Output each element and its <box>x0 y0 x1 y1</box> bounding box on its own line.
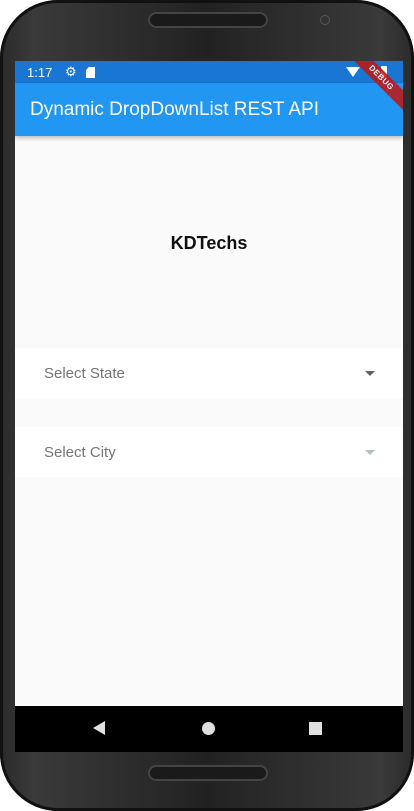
state-dropdown-hint: Select State <box>44 365 125 382</box>
app-title: Dynamic DropDownList REST API <box>30 99 319 120</box>
sd-card-icon <box>86 67 95 78</box>
app-bar: Dynamic DropDownList REST API <box>15 83 403 136</box>
top-speaker <box>148 12 268 28</box>
chevron-down-icon <box>365 450 375 455</box>
page-heading: KDTechs <box>170 233 248 253</box>
app-screen: 1:17 ⚙ Dynamic DropDownList REST API DEB… <box>15 61 403 706</box>
gear-icon: ⚙ <box>65 64 77 79</box>
home-icon[interactable] <box>202 722 215 735</box>
city-dropdown[interactable]: Select City <box>15 427 403 477</box>
wifi-icon <box>346 67 360 77</box>
device-frame: 1:17 ⚙ Dynamic DropDownList REST API DEB… <box>0 0 414 811</box>
recents-icon[interactable] <box>309 722 322 735</box>
navigation-bar <box>15 706 403 752</box>
city-dropdown-hint: Select City <box>44 444 116 461</box>
state-dropdown[interactable]: Select State <box>15 348 403 398</box>
bottom-speaker <box>148 765 268 781</box>
back-icon[interactable] <box>93 721 105 735</box>
phone-body: 1:17 ⚙ Dynamic DropDownList REST API DEB… <box>0 0 414 811</box>
front-camera <box>321 16 329 24</box>
chevron-down-icon <box>365 371 375 376</box>
status-time: 1:17 <box>27 65 53 80</box>
status-bar: 1:17 ⚙ <box>15 61 403 83</box>
